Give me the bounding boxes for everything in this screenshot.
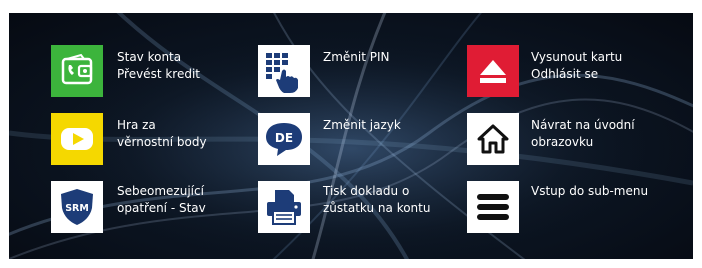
self-restriction-line1: Sebeomezující	[117, 184, 204, 198]
self-restriction-line2: opatření - Stav	[117, 201, 206, 215]
home-screen-button[interactable]	[467, 113, 519, 165]
language-icon: DE	[266, 123, 302, 156]
eject-card-button[interactable]	[467, 45, 519, 97]
print-receipt-line1: Tisk dokladu o	[323, 184, 410, 198]
account-balance-line1: Stav konta	[117, 50, 182, 64]
eject-icon	[480, 60, 506, 83]
change-language-label[interactable]: Změnit jazyk	[323, 117, 401, 134]
play-icon	[61, 128, 93, 150]
self-restriction-label[interactable]: Sebeomezující opatření - Stav	[117, 183, 206, 217]
loyalty-game-label[interactable]: Hra za věrnostní body	[117, 117, 207, 151]
account-balance-label[interactable]: Stav konta Převést kredit	[117, 49, 200, 83]
change-language-line1: Změnit jazyk	[323, 118, 401, 132]
home-screen-line2: obrazovku	[531, 135, 594, 149]
wallet-icon	[61, 53, 93, 85]
submenu-line1: Vstup do sub-menu	[531, 184, 649, 198]
eject-card-line1: Vysunout kartu	[531, 50, 623, 64]
print-receipt-button[interactable]	[258, 181, 310, 233]
hamburger-menu-icon	[477, 194, 509, 220]
srm-badge-text: SRM	[65, 203, 89, 214]
self-restriction-button[interactable]: SRM	[51, 181, 103, 233]
language-badge-text: DE	[275, 131, 293, 145]
menu-panel: Stav konta Převést kredit Změnit PIN Vys…	[9, 13, 693, 259]
change-pin-button[interactable]	[258, 45, 310, 97]
home-screen-line1: Návrat na úvodní	[531, 118, 635, 132]
submenu-button[interactable]	[467, 181, 519, 233]
change-pin-line1: Změnit PIN	[323, 50, 390, 64]
account-balance-line2: Převést kredit	[117, 67, 200, 81]
change-pin-label[interactable]: Změnit PIN	[323, 49, 390, 66]
keypad-icon	[266, 53, 298, 93]
eject-card-label[interactable]: Vysunout kartu Odhlásit se	[531, 49, 622, 83]
print-receipt-label[interactable]: Tisk dokladu o zůstatku na kontu	[323, 183, 430, 217]
print-receipt-line2: zůstatku na kontu	[323, 201, 431, 215]
loyalty-game-line1: Hra za	[117, 118, 156, 132]
loyalty-game-line2: věrnostní body	[117, 135, 207, 149]
submenu-label[interactable]: Vstup do sub-menu	[531, 183, 648, 200]
shield-icon: SRM	[61, 189, 93, 225]
change-language-button[interactable]: DE	[258, 113, 310, 165]
home-icon	[477, 124, 509, 154]
loyalty-game-button[interactable]	[51, 113, 103, 165]
account-balance-button[interactable]	[51, 45, 103, 97]
home-screen-label[interactable]: Návrat na úvodní obrazovku	[531, 117, 635, 151]
printer-icon	[267, 190, 301, 225]
eject-card-line2: Odhlásit se	[531, 67, 599, 81]
